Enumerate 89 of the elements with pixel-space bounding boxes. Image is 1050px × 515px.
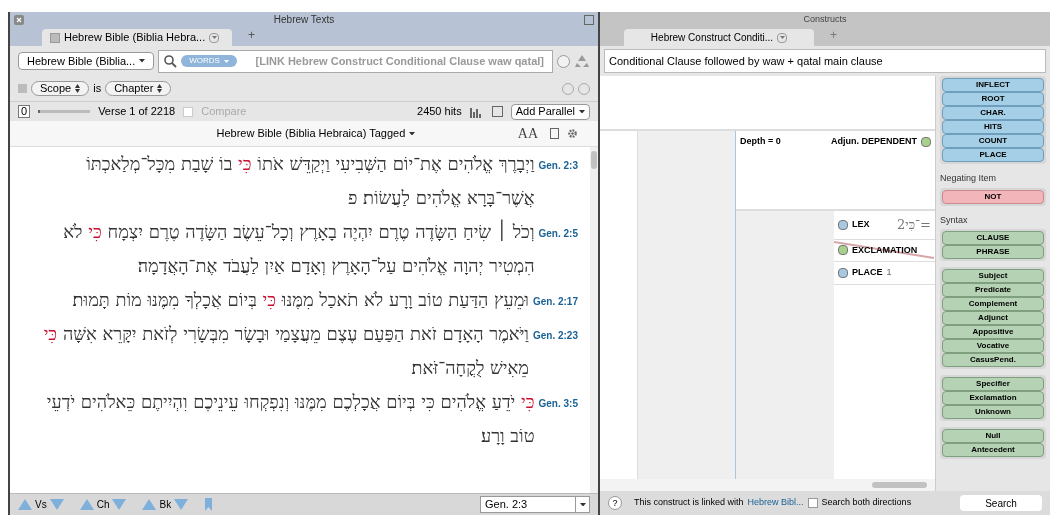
palette-button[interactable]: Vocative xyxy=(942,339,1044,353)
search-button[interactable]: Search xyxy=(960,495,1042,511)
palette-button[interactable]: Appositive xyxy=(942,325,1044,339)
tab-label: Hebrew Bible (Biblia Hebra... xyxy=(64,30,206,46)
dropdown-icon[interactable] xyxy=(575,497,589,512)
palette-button[interactable]: HITS xyxy=(942,120,1044,134)
palette-button[interactable]: CHAR. xyxy=(942,106,1044,120)
text-title[interactable]: Hebrew Bible (Biblia Hebraica) Tagged xyxy=(216,125,416,142)
item-label: PLACE xyxy=(852,266,883,279)
caret-icon[interactable] xyxy=(579,109,585,114)
palette-button[interactable]: COUNT xyxy=(942,134,1044,148)
item-label: LEX xyxy=(852,218,870,231)
item-count: 1 xyxy=(886,266,892,279)
new-tab-button[interactable]: + xyxy=(248,26,255,46)
palette-button[interactable]: CasusPend. xyxy=(942,353,1044,367)
palette-button[interactable]: NOT xyxy=(942,189,1044,204)
resource-link[interactable]: Hebrew Bibl... xyxy=(747,496,804,510)
up-down-arrows-icon[interactable] xyxy=(157,84,163,93)
verse-text: וַיְבָרֶךְ אֱלֹהִים אֶת־יוֹם הַשְּׁבִיעִי וַיְקַדֵּשׁ אֹתוֹ כִּי בוֹ שָׁבַת מִכָּל־מְלַאכְתּוֹ אֲשֶׁר־בָּרָא אֱלֹהִים לַעֲשׂוֹת׃ פ xyxy=(85,152,535,210)
palette-button[interactable]: Specifier xyxy=(942,377,1044,391)
caret-icon[interactable] xyxy=(579,502,586,507)
palette-button[interactable]: INFLECT xyxy=(942,78,1044,92)
close-icon[interactable] xyxy=(14,14,24,25)
search-query: [LINK Hebrew Construct Conditional Clause waw qatal] xyxy=(254,53,545,69)
pin-icon[interactable] xyxy=(50,32,60,43)
verse-reference[interactable]: Gen. 2:5 xyxy=(538,226,578,241)
depth-label: Depth = 0 xyxy=(740,135,781,148)
nav-label: Vs xyxy=(35,498,47,512)
tab-label: Hebrew Construct Conditi... xyxy=(650,31,774,45)
caret-icon[interactable] xyxy=(409,131,416,136)
verse-reference[interactable]: Gen. 3:5 xyxy=(538,396,578,411)
verse-reference[interactable]: Gen. 2:3 xyxy=(538,158,578,173)
palette-button[interactable]: Predicate xyxy=(942,283,1044,297)
caret-icon[interactable] xyxy=(139,59,146,63)
scrollbar-thumb[interactable] xyxy=(591,151,597,169)
verse-reference[interactable]: Gen. 2:17 xyxy=(532,294,578,309)
scope-value-dropdown[interactable]: Chapter xyxy=(105,81,172,96)
up-down-arrows-icon[interactable] xyxy=(75,84,81,93)
window-title: Constructs xyxy=(803,12,847,26)
window-title: Hebrew Texts xyxy=(272,13,336,27)
palette-button[interactable]: Unknown xyxy=(942,405,1044,419)
palette-button[interactable]: Complement xyxy=(942,297,1044,311)
verse-reference[interactable]: Gen. 2:23 xyxy=(532,328,578,343)
bar-chart-icon[interactable] xyxy=(469,105,484,118)
operator-label: is xyxy=(93,81,102,97)
add-parallel-dropdown[interactable]: Add Parallel xyxy=(510,103,590,120)
construct-title-field[interactable]: Conditional Clause followed by waw + qatal main clause xyxy=(604,49,1046,73)
palette-heading: Syntax xyxy=(940,213,969,227)
verse-text: וְכֹל ׀ שִׂיחַ הַשָּׂדֶה טֶרֶם יִהְיֶה בָאָרֶץ וְכָל־עֵשֶׂב הַשָּׂדֶה טֶרֶם יִצְמָח כִּי לֹא הִמְטִיר יְהוָה אֱלֹהִים עַל־הָאָרֶץ וְאָדָם אַיִן לַעֲבֹד אֶת־הָאֲדָמָה׃ xyxy=(62,218,535,278)
palette-button[interactable]: ROOT xyxy=(942,92,1044,106)
lex-value: 2־כִּי= xyxy=(897,216,931,234)
node-label: Adjun. DEPENDENT xyxy=(831,135,917,148)
verse-text: וַיֹּאמֶר הָאָדָם זֹאת הַפַּעַם עֶצֶם מֵעֲצָמַי וּבָשָׂר מִבְּשָׂרִי לְזֹאת יִקָּרֵא אִשָּׁה כִּי מֵאִישׁ לֻקֳחָה־זֹּאת׃ xyxy=(42,322,529,380)
construct-item[interactable]: EXCLAMATION xyxy=(834,239,935,262)
checkbox[interactable] xyxy=(807,498,818,508)
nav-label: Ch xyxy=(96,498,110,512)
hits-count: 2450 hits xyxy=(417,104,462,120)
page-icon[interactable] xyxy=(550,128,559,139)
verse-counter: Verse 1 of 2218 xyxy=(98,104,176,120)
item-label: EXCLAMATION xyxy=(852,243,918,257)
slider-value[interactable]: 0 xyxy=(18,105,31,118)
verse-text: כִּי יֹדֵעַ אֱלֹהִים כִּי בְּיוֹם אֲכָלְכֶם מִמֶּנּוּ וְנִפְקְחוּ עֵינֵיכֶם וִהְיִיתֶם כֵּאלֹהִים יֹדְעֵי טוֹב וָרָע׃ xyxy=(45,390,535,448)
reference-value: Gen. 2:3 xyxy=(484,497,529,513)
maximize-icon[interactable] xyxy=(584,14,594,25)
palette-button[interactable]: Adjunct xyxy=(942,311,1044,325)
palette-heading: Negating Item xyxy=(940,172,998,185)
help-button[interactable]: ? xyxy=(608,496,622,510)
link-description: This construct is linked with xyxy=(634,496,744,510)
scrollbar-thumb[interactable] xyxy=(872,482,927,488)
verse-slider[interactable] xyxy=(38,110,91,113)
gear-icon[interactable] xyxy=(567,128,578,139)
resource-picker[interactable]: Hebrew Bible (Biblia... xyxy=(18,52,155,70)
font-size-label[interactable]: AA xyxy=(517,123,538,144)
palette-button[interactable]: Antecedent xyxy=(942,443,1044,457)
compare-label: Compare xyxy=(201,104,247,120)
reference-field[interactable]: Gen. 2:3 xyxy=(480,496,590,513)
palette-button[interactable]: PHRASE xyxy=(942,245,1044,259)
search-icon[interactable] xyxy=(163,54,178,68)
palette-button[interactable]: PLACE xyxy=(942,148,1044,162)
scope-field-dropdown[interactable]: Scope xyxy=(31,81,90,96)
window-icon[interactable] xyxy=(491,106,503,117)
verse-text: וּמֵעֵץ הַדַּעַת טוֹב וָרָע לֹא תֹאכַל מִמֶּנּוּ כִּי בְּיוֹם אֲכָלְךָ מִמֶּנּוּ מוֹת תָּמוּת׃ xyxy=(71,288,529,312)
palette-button[interactable]: Subject xyxy=(942,269,1044,283)
palette-button[interactable]: Null xyxy=(942,429,1044,443)
nav-label: Bk xyxy=(159,498,172,512)
palette-button[interactable]: CLAUSE xyxy=(942,231,1044,245)
palette-button[interactable]: Exclamation xyxy=(942,391,1044,405)
checkbox-label: Search both directions xyxy=(821,496,912,510)
tab[interactable]: Hebrew Bible (Biblia Hebra... xyxy=(42,29,232,46)
